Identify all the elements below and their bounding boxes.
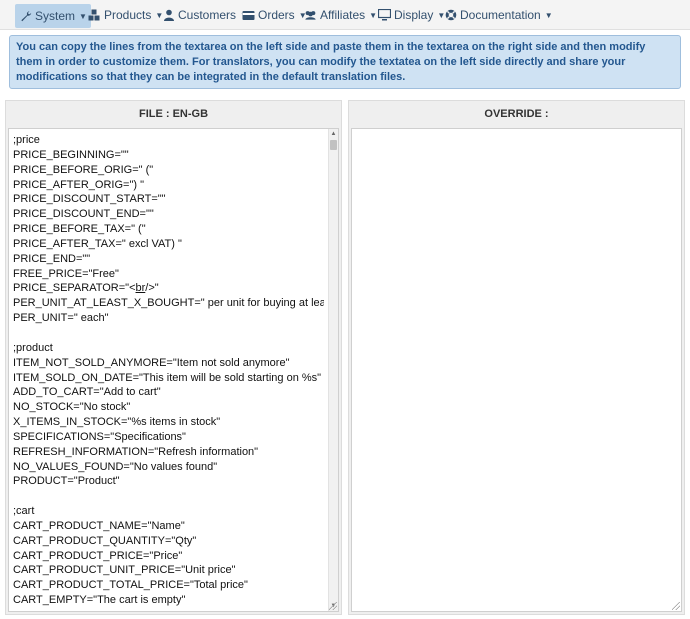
menu-products[interactable]: Products ▼ <box>84 4 167 26</box>
file-line <box>13 326 324 341</box>
file-line: CART_PRODUCT_QUANTITY="Qty" <box>13 534 197 547</box>
file-line: CART_PRODUCT_NAME="Name" <box>13 519 185 532</box>
menu-affiliates-label: Affiliates <box>320 8 366 22</box>
file-line: CART_PRODUCT_PRICE="Price" <box>13 549 183 562</box>
file-line <box>13 489 324 504</box>
info-message: You can copy the lines from the textarea… <box>9 35 681 89</box>
cubes-icon <box>88 9 101 21</box>
file-line: PRICE_BEGINNING="" <box>13 148 129 161</box>
file-line: CART_EMPTY="The cart is empty" <box>13 594 186 607</box>
user-icon <box>162 9 175 21</box>
file-line: NO_VALUES_FOUND="No values found" <box>13 460 218 473</box>
menu-affiliates[interactable]: Affiliates ▼ <box>300 4 381 26</box>
menu-orders-label: Orders <box>258 8 295 22</box>
file-line: PRICE_AFTER_TAX=" excl VAT) " <box>13 237 182 250</box>
file-line: X_ITEMS_IN_STOCK="%s items in stock" <box>13 416 221 429</box>
file-line: ;product <box>13 341 53 354</box>
file-line: SPECIFICATIONS="Specifications" <box>13 430 186 443</box>
file-line: PRODUCT="Product" <box>13 475 120 488</box>
textarea-scrollbar[interactable]: ▲ ▼ <box>328 129 338 611</box>
file-line: ITEM_NOT_SOLD_ANYMORE="Item not sold any… <box>13 356 290 369</box>
file-line: PER_UNIT_AT_LEAST_X_BOUGHT=" per unit fo… <box>13 297 324 310</box>
info-message-text: You can copy the lines from the textarea… <box>16 41 646 83</box>
file-line: PRICE_SEPARATOR="<br/>" <box>13 282 159 295</box>
file-panel: FILE : EN-GB ;price PRICE_BEGINNING="" PRI… <box>5 100 342 615</box>
menu-system[interactable]: System ▼ <box>15 4 91 28</box>
top-menu-bar: System ▼ Products ▼ Customers ▼ Orders ▼… <box>0 0 690 30</box>
file-line: ;cart <box>13 505 35 518</box>
override-panel: OVERRIDE : <box>348 100 685 615</box>
file-line: ;price <box>13 134 40 146</box>
scroll-up-arrow-icon[interactable]: ▲ <box>329 129 338 139</box>
file-line: CART_PRODUCT_UNIT_PRICE="Unit price" <box>13 564 236 577</box>
file-line: PRICE_BEFORE_ORIG=" (" <box>13 163 154 176</box>
file-line: PER_UNIT=" each" <box>13 312 109 325</box>
file-line: CART_PRODUCT_TOTAL_PRICE="Total price" <box>13 579 248 592</box>
file-textarea[interactable]: ;price PRICE_BEGINNING="" PRICE_BEFORE_ORI… <box>8 128 339 612</box>
file-line: ITEM_SOLD_ON_DATE="This item will be sol… <box>13 371 322 384</box>
file-textarea-content: ;price PRICE_BEGINNING="" PRICE_BEFORE_ORI… <box>13 133 324 608</box>
menu-display[interactable]: Display ▼ <box>374 4 449 26</box>
file-line: PRICE_AFTER_ORIG=") " <box>13 178 144 191</box>
menu-customers-label: Customers <box>178 8 237 22</box>
menu-products-label: Products <box>104 8 152 22</box>
chevron-down-icon: ▼ <box>544 10 553 20</box>
menu-documentation-label: Documentation <box>460 8 541 22</box>
monitor-icon <box>378 9 391 21</box>
resize-handle-icon[interactable] <box>329 602 337 610</box>
file-line: ADD_TO_CART="Add to cart" <box>13 386 161 399</box>
menu-system-label: System <box>35 9 76 23</box>
credit-card-icon <box>242 9 255 21</box>
override-textarea[interactable] <box>351 128 682 612</box>
file-line: PRICE_END="" <box>13 252 91 265</box>
menu-documentation[interactable]: Documentation ▼ <box>440 4 557 26</box>
override-panel-title: OVERRIDE : <box>484 108 549 120</box>
file-line: PRICE_DISCOUNT_START="" <box>13 193 166 206</box>
wrench-icon <box>19 10 32 22</box>
file-line: REFRESH_INFORMATION="Refresh information… <box>13 445 259 458</box>
lifebuoy-icon <box>444 9 457 21</box>
resize-handle-icon[interactable] <box>672 602 680 610</box>
file-line: NO_STOCK="No stock" <box>13 401 131 414</box>
file-line: FREE_PRICE="Free" <box>13 267 119 280</box>
users-icon <box>304 9 317 21</box>
scrollbar-thumb[interactable] <box>330 140 337 150</box>
file-panel-title: FILE : EN-GB <box>138 108 209 120</box>
file-line: PRICE_DISCOUNT_END="" <box>13 208 154 221</box>
file-line: PRICE_BEFORE_TAX=" (" <box>13 223 146 236</box>
menu-display-label: Display <box>394 8 434 22</box>
